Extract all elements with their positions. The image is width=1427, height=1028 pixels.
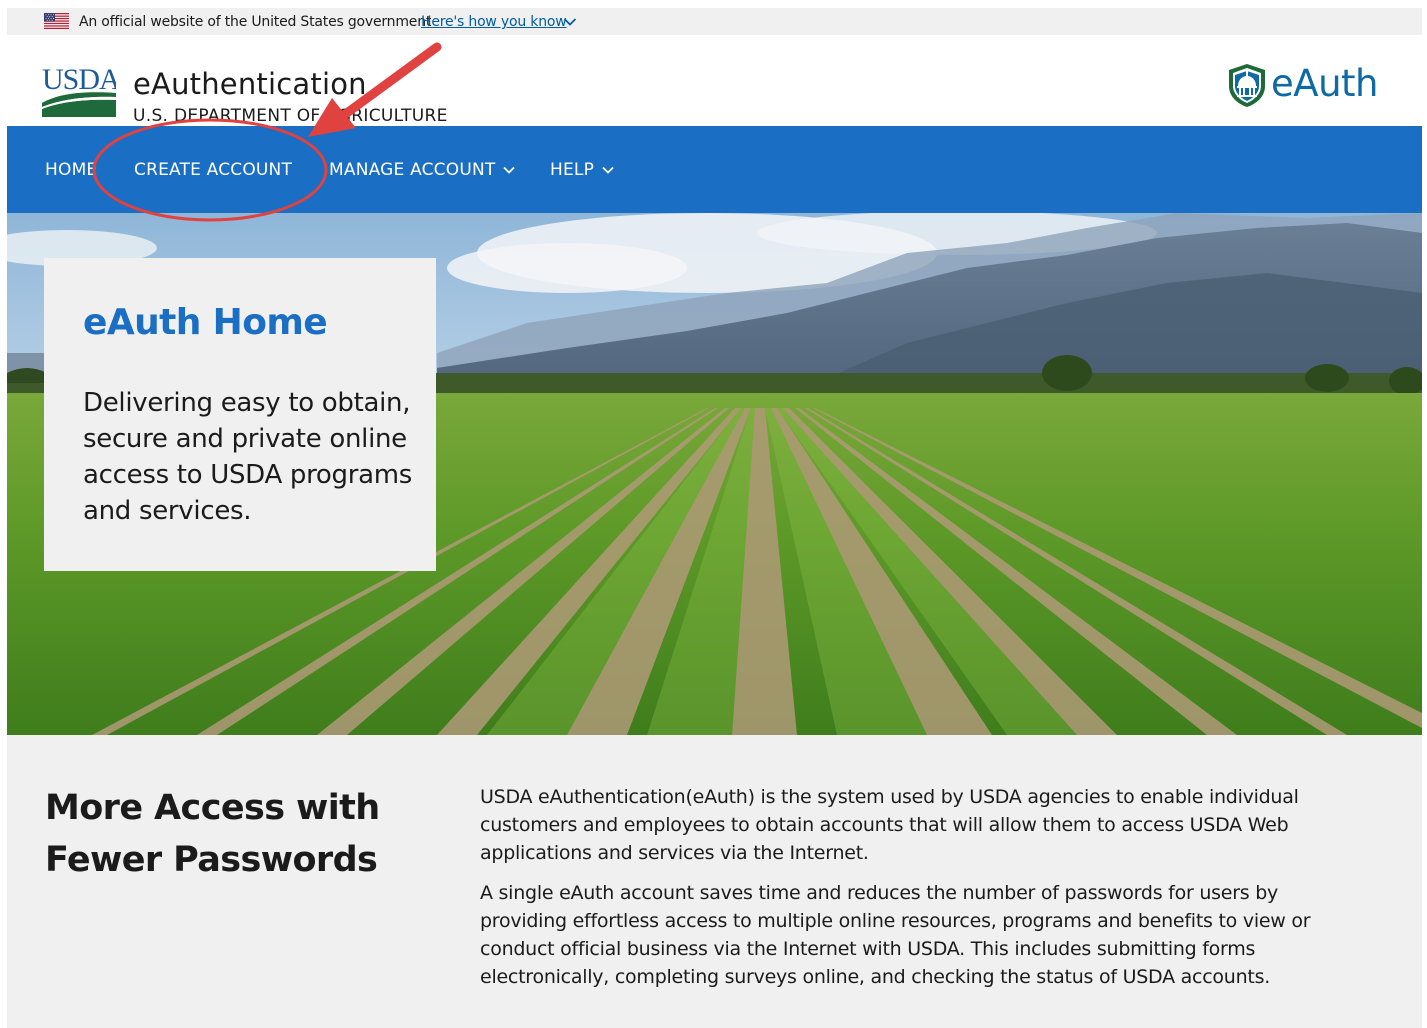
eauth-logo-text: eAuth	[1271, 62, 1378, 105]
gov-banner-text: An official website of the United States…	[79, 14, 432, 30]
info-heading: More Access with Fewer Passwords	[45, 788, 380, 880]
hero-banner: eAuth Home Delivering easy to obtain, se…	[7, 213, 1422, 735]
hero-title: eAuth Home	[83, 302, 328, 343]
nav-help[interactable]: HELP	[550, 160, 614, 180]
svg-text:USDA: USDA	[42, 63, 116, 96]
info-paragraph: A single eAuth account saves time and re…	[480, 882, 1311, 988]
nav-manage-account[interactable]: MANAGE ACCOUNT	[329, 160, 516, 180]
info-section: More Access with Fewer Passwords USDA eA…	[7, 735, 1422, 1028]
nav-manage-account-label: MANAGE ACCOUNT	[329, 160, 496, 180]
nav-create-account[interactable]: CREATE ACCOUNT	[134, 160, 292, 180]
page: An official website of the United States…	[7, 7, 1422, 1028]
main-nav: HOME CREATE ACCOUNT MANAGE ACCOUNT HELP	[7, 126, 1422, 213]
gov-banner: An official website of the United States…	[7, 8, 1422, 35]
site-title[interactable]: eAuthentication	[133, 67, 367, 101]
us-flag-icon	[44, 13, 69, 29]
site-subtitle: U.S. DEPARTMENT OF AGRICULTURE	[133, 106, 448, 126]
hero-description: Delivering easy to obtain, secure and pr…	[83, 388, 413, 526]
eauth-logo[interactable]: eAuth	[1225, 62, 1378, 110]
hero-card: eAuth Home Delivering easy to obtain, se…	[44, 258, 436, 571]
chevron-down-icon[interactable]	[563, 17, 577, 27]
nav-home[interactable]: HOME	[45, 160, 97, 180]
capitol-shield-icon	[1229, 64, 1265, 107]
site-header: USDA eAuthentication U.S. DEPARTMENT OF …	[7, 35, 1422, 126]
heres-how-you-know-link[interactable]: Here's how you know	[421, 14, 567, 30]
usda-logo[interactable]: USDA	[42, 63, 116, 117]
nav-help-label: HELP	[550, 160, 595, 180]
chevron-down-icon	[503, 166, 516, 174]
info-paragraph: USDA eAuthentication(eAuth) is the syste…	[480, 786, 1299, 864]
chevron-down-icon	[602, 166, 614, 174]
